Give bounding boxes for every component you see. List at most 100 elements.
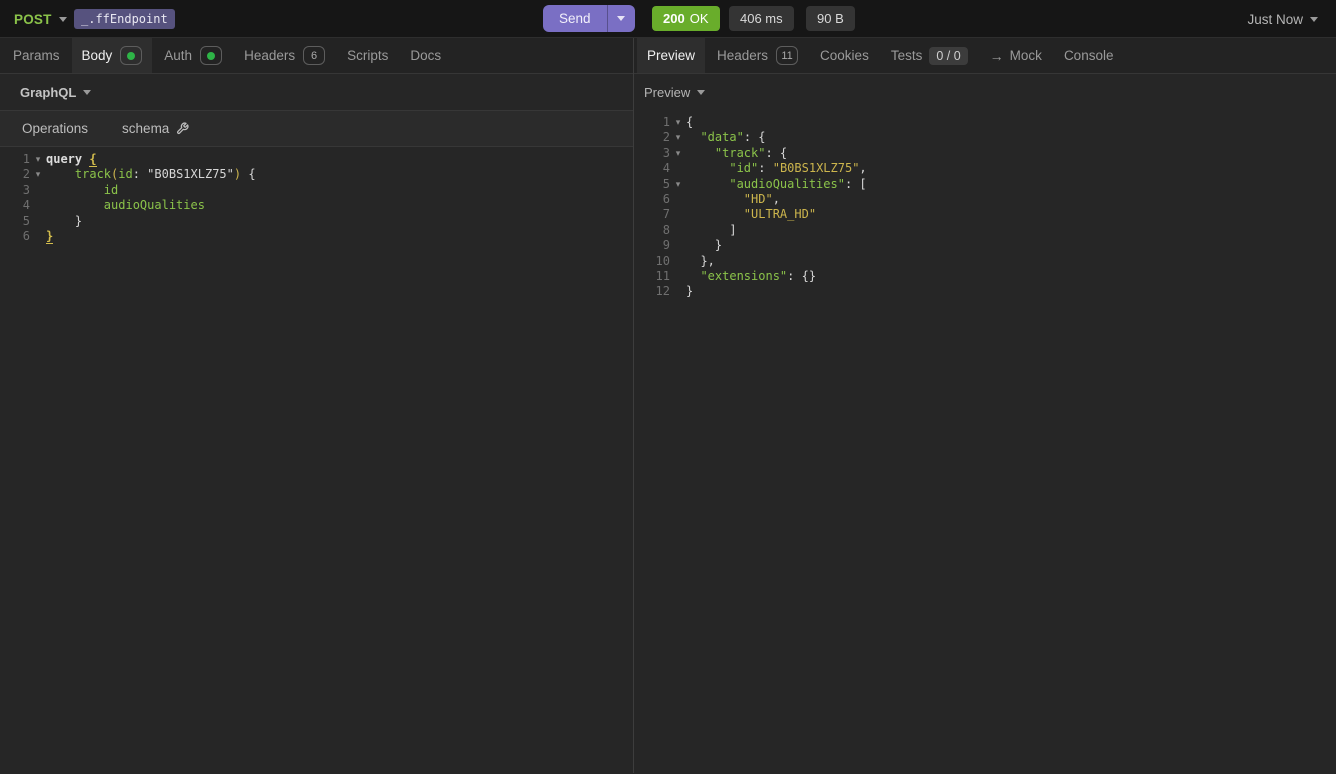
tab-params[interactable]: Params (3, 38, 70, 73)
tab-label: Docs (410, 48, 442, 63)
tab-docs[interactable]: Docs (400, 38, 451, 73)
tab-cookies[interactable]: Cookies (810, 38, 879, 73)
tab-scripts[interactable]: Scripts (337, 38, 398, 73)
chevron-down-icon (1310, 16, 1318, 22)
green-dot-icon (127, 51, 136, 60)
line-number: 7 (662, 207, 670, 222)
tab-label: Scripts (347, 48, 389, 63)
tab-label: Auth (164, 48, 193, 63)
body-type-dropdown[interactable]: GraphQL (20, 85, 76, 100)
response-tab-bar: Preview Headers 11 Cookies Tests 0 / 0 →… (634, 38, 1336, 74)
tab-headers[interactable]: Headers 6 (234, 38, 335, 73)
tab-label: Console (1063, 48, 1114, 63)
line-number: 10 (655, 253, 670, 268)
code-text: "track": { (714, 145, 788, 160)
headers-count-badge: 6 (303, 46, 326, 65)
code-text: } (686, 238, 723, 253)
arrow-right-icon: → (989, 47, 1004, 64)
code-line: 5 ▾ "audioQualities": [ (634, 177, 1336, 192)
tab-console[interactable]: Console (1054, 38, 1124, 73)
chevron-down-icon (58, 16, 67, 22)
request-tab-bar: Params Body Auth Headers 6 Scripts Docs (0, 38, 633, 74)
code-text: "data": { (700, 130, 766, 145)
line-number: 9 (662, 238, 670, 253)
line-number: 1 (22, 152, 30, 166)
send-options-button[interactable] (606, 5, 635, 32)
status-badge: 200 OK (652, 6, 720, 31)
fold-toggle-icon[interactable]: ▾ (670, 177, 686, 192)
code-line: 11 "extensions": {} (634, 269, 1336, 284)
code-line: 7 "ULTRA_HD" (634, 207, 1336, 222)
code-text: } (46, 228, 54, 244)
tab-response-headers[interactable]: Headers 11 (707, 38, 808, 73)
wrench-icon (176, 122, 189, 135)
line-number: 8 (662, 222, 670, 237)
size-badge: 90 B (806, 6, 855, 31)
url-template-pill[interactable]: _.ffEndpoint (74, 9, 175, 29)
code-line: 2 ▾ "data": { (634, 130, 1336, 145)
fold-toggle-icon[interactable]: ▾ (30, 152, 46, 167)
fold-toggle-icon[interactable]: ▾ (670, 130, 686, 145)
tab-label: Params (13, 48, 60, 63)
tab-label: Headers (717, 48, 769, 63)
code-line: 3 ▾ "track": { (634, 146, 1336, 161)
code-text: query { (46, 152, 97, 167)
code-line: 4 audioQualities (0, 198, 633, 213)
request-pane: Params Body Auth Headers 6 Scripts Docs … (0, 38, 634, 773)
response-view-dropdown[interactable]: Preview (644, 85, 690, 100)
code-line: 12} (634, 284, 1336, 299)
tab-label: Operations (22, 121, 89, 136)
body-type-row: GraphQL (0, 74, 633, 110)
fold-toggle-icon[interactable]: ▾ (30, 167, 46, 182)
tab-preview[interactable]: Preview (637, 38, 706, 73)
tab-tests[interactable]: Tests 0 / 0 (881, 38, 978, 73)
line-number: 2 (22, 167, 30, 182)
line-number: 5 (22, 213, 30, 228)
method-dropdown[interactable]: POST (14, 0, 67, 38)
tab-label: Preview (647, 48, 696, 63)
tab-operations[interactable]: Operations (22, 121, 88, 136)
code-line: 4 "id": "B0BS1XLZ75", (634, 161, 1336, 176)
line-number: 11 (655, 268, 670, 283)
tab-auth[interactable]: Auth (154, 38, 232, 73)
line-number: 4 (662, 161, 670, 176)
code-line: 9 } (634, 238, 1336, 253)
graphql-query-editor[interactable]: 1 ▾ query {2 ▾ track(id: "B0BS1XLZ75") {3 i… (0, 147, 633, 773)
tab-label: Tests (890, 48, 923, 63)
auth-set-indicator (200, 46, 223, 65)
duration-badge: 406 ms (729, 6, 794, 31)
code-text: ] (686, 222, 737, 237)
body-set-indicator (120, 46, 143, 65)
chevron-down-icon (697, 89, 706, 95)
send-button[interactable]: Send (543, 5, 635, 32)
tests-count-badge: 0 / 0 (929, 46, 968, 65)
send-label[interactable]: Send (543, 5, 607, 32)
code-line: 6 "HD", (634, 192, 1336, 207)
line-number: 1 (662, 115, 670, 129)
response-json-viewer[interactable]: 1 ▾{2 ▾ "data": {3 ▾ "track": {4 "id": "B0B… (634, 110, 1336, 773)
line-number: 6 (662, 191, 670, 206)
code-text: "extensions": {} (700, 268, 817, 283)
code-line: 1 ▾ query { (0, 152, 633, 167)
graphql-subtab-bar: Operations schema (0, 110, 633, 147)
line-number: 4 (22, 198, 30, 213)
code-text: track(id: "B0BS1XLZ75") { (74, 167, 256, 182)
response-history-dropdown[interactable]: Just Now (1247, 0, 1318, 38)
code-line: 3 id (0, 183, 633, 198)
line-number: 6 (22, 228, 30, 243)
tab-body[interactable]: Body (71, 38, 153, 73)
tab-mock[interactable]: → Mock (980, 38, 1052, 73)
fold-toggle-icon[interactable]: ▾ (670, 115, 686, 130)
tab-schema[interactable]: schema (122, 121, 189, 136)
line-number: 2 (662, 130, 670, 145)
fold-toggle-icon[interactable]: ▾ (670, 146, 686, 161)
